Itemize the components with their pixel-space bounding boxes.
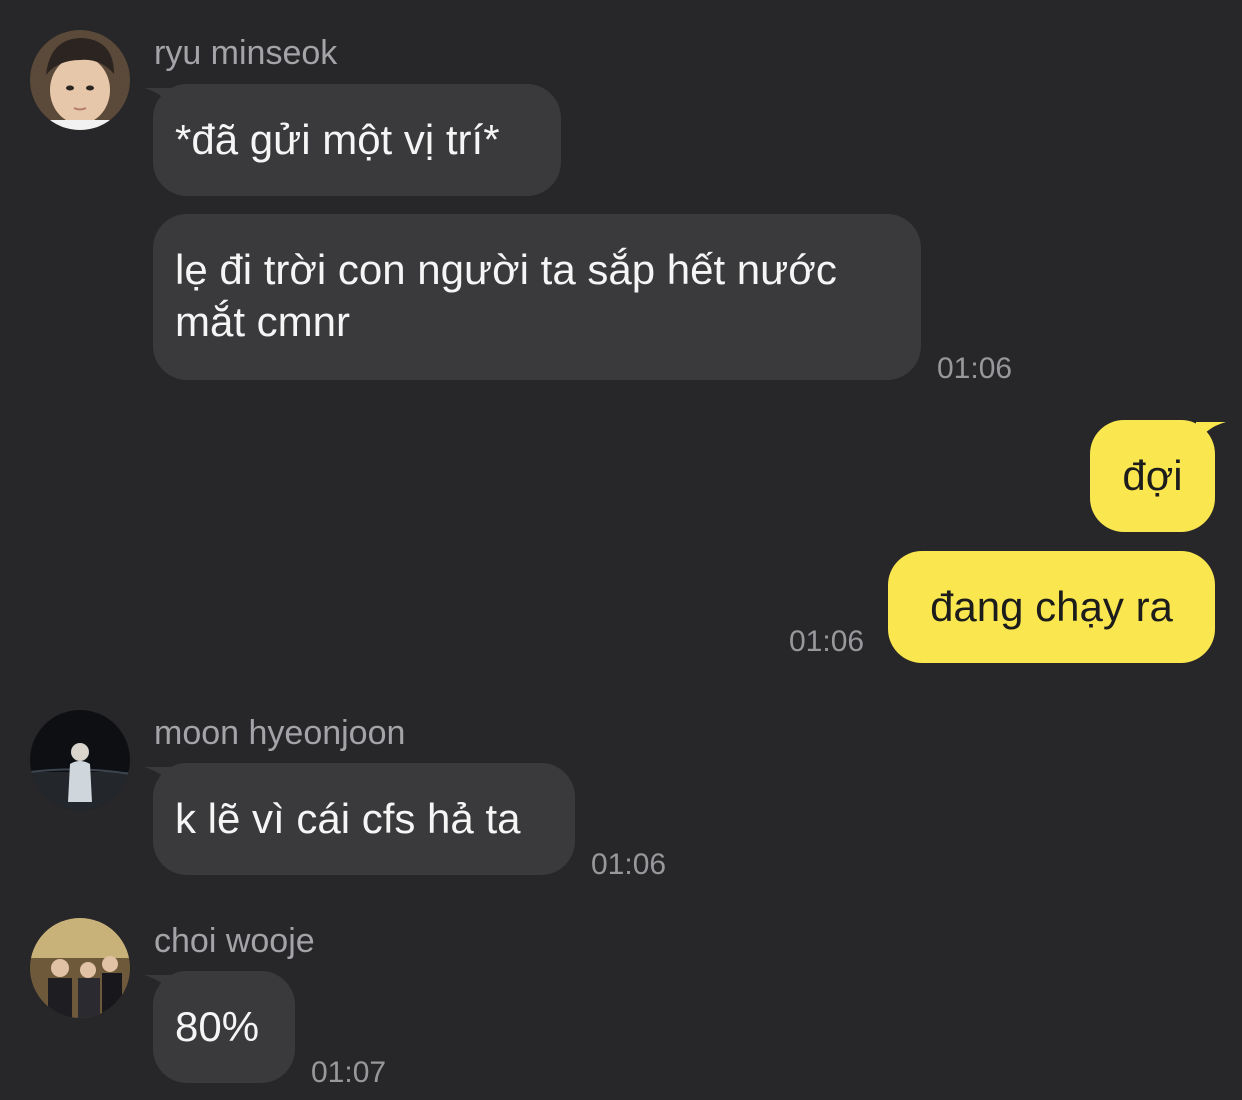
message-timestamp: 01:06 — [789, 625, 865, 658]
user-avatar-icon — [30, 710, 130, 810]
avatar-ryu-minseok[interactable] — [30, 30, 130, 130]
message-bubble[interactable]: lẹ đi trời con người ta sắp hết nước mắt… — [153, 214, 921, 380]
message-bubble[interactable]: đợi — [1090, 420, 1215, 532]
message-bubble[interactable]: k lẽ vì cái cfs hả ta — [153, 763, 575, 875]
message-timestamp: 01:06 — [591, 848, 667, 881]
sender-name: moon hyeonjoon — [154, 714, 406, 752]
sender-name: choi wooje — [154, 922, 315, 960]
user-avatar-icon — [30, 918, 130, 1018]
message-bubble[interactable]: đang chạy ra — [888, 551, 1215, 663]
message-bubble[interactable]: 80% — [153, 971, 295, 1083]
avatar-choi-wooje[interactable] — [30, 918, 130, 1018]
message-timestamp: 01:07 — [311, 1056, 387, 1089]
user-avatar-icon — [30, 30, 130, 130]
message-bubble[interactable]: *đã gửi một vị trí* — [153, 84, 561, 196]
avatar-moon-hyeonjoon[interactable] — [30, 710, 130, 810]
sender-name: ryu minseok — [154, 34, 338, 72]
message-timestamp: 01:06 — [937, 352, 1013, 385]
